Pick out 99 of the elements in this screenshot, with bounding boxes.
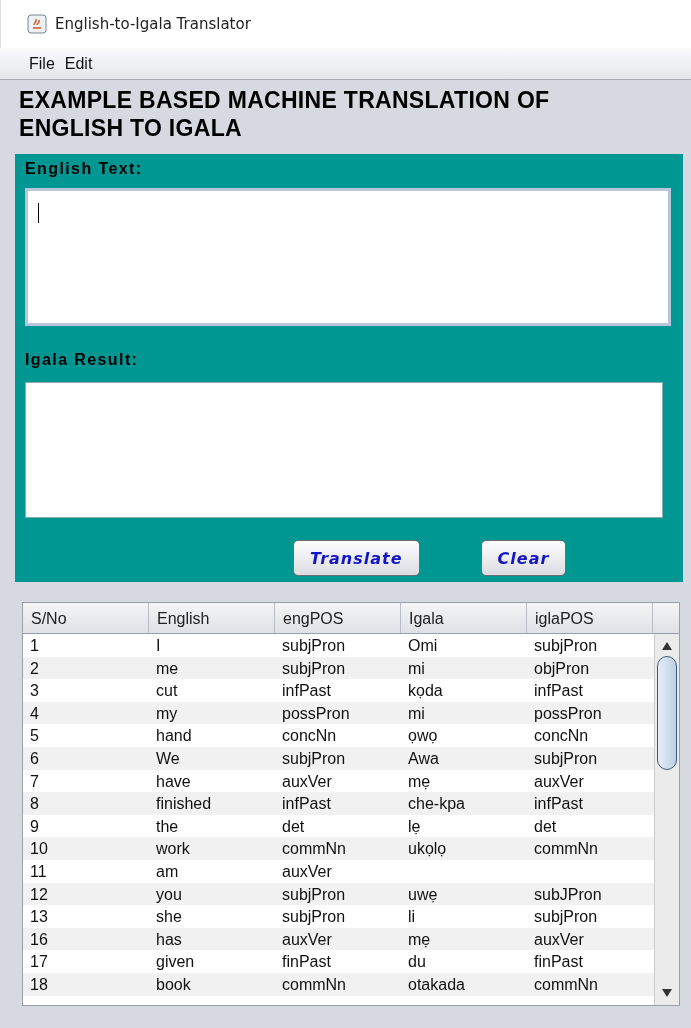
table-cell-text: concNn xyxy=(533,726,590,747)
table-cell-text: you xyxy=(155,884,183,905)
menu-item[interactable]: File xyxy=(29,54,55,73)
scroll-down-icon[interactable] xyxy=(661,987,673,999)
field-label: Igala Result: xyxy=(25,351,139,369)
table-cell-text: uwẹ xyxy=(407,884,439,905)
table-cell-text: I xyxy=(155,636,162,656)
table-cell-text: det xyxy=(533,816,558,837)
table-cell-text: 17 xyxy=(29,952,49,973)
table-cell-text: 3 xyxy=(29,681,40,702)
table-cell-text: cut xyxy=(155,681,179,702)
table-cell-text: auxVer xyxy=(281,861,333,882)
table-cell-text: me xyxy=(155,658,180,679)
table-cell-text: commNn xyxy=(281,839,347,860)
scrollbar[interactable] xyxy=(654,634,679,1005)
table-cell-text: Omi xyxy=(407,636,439,656)
table-cell-text: 2 xyxy=(29,658,40,679)
clear-button[interactable]: Clear xyxy=(480,540,567,576)
column-header[interactable]: English xyxy=(149,603,275,633)
column-header[interactable]: engPOS xyxy=(275,603,401,633)
table-cell-text: given xyxy=(155,952,196,973)
table-cell-text: she xyxy=(155,907,183,928)
table-cell-text: 16 xyxy=(29,929,49,950)
table-cell-text: Awa xyxy=(407,748,440,769)
table-cell-text: auxVer xyxy=(533,929,585,950)
table-cell-text: the xyxy=(155,816,180,837)
table-cell-text: 6 xyxy=(29,748,40,769)
table-cell-text: hand xyxy=(155,726,193,747)
app-icon xyxy=(27,14,47,34)
table-cell-text: finPast xyxy=(281,952,332,973)
table-cell-text: finished xyxy=(155,794,213,815)
table-cell-text: infPast xyxy=(281,794,332,815)
table-cell-text: kọda xyxy=(407,681,444,702)
table-cell-text: subJPron xyxy=(533,884,603,905)
igala-result-field[interactable] xyxy=(25,382,663,518)
table-cell-text: 8 xyxy=(29,794,40,815)
table-cell-text: du xyxy=(407,952,427,973)
table-cell-text: 12 xyxy=(29,884,49,905)
table-cell-text: work xyxy=(155,839,191,860)
table-cell-text: infPast xyxy=(533,681,584,702)
table-cell-text: have xyxy=(155,771,192,792)
translate-button[interactable]: Translate xyxy=(293,540,420,576)
table-cell-text: 18 xyxy=(29,974,49,995)
table-cell-text: my xyxy=(155,703,179,724)
table-cell-text: 7 xyxy=(29,771,40,792)
table-cell-text: 1 xyxy=(29,636,40,656)
table-cell-text: 10 xyxy=(29,839,49,860)
table-cell-text: auxVer xyxy=(533,771,585,792)
table-cell-text: mẹ xyxy=(407,929,432,950)
table-cell-text: mi xyxy=(407,703,426,724)
table-cell-text: 11 xyxy=(29,861,48,882)
table-cell-text: che-kpa xyxy=(407,794,466,815)
table-cell-text: objPron xyxy=(533,658,591,679)
table-cell-text: infPast xyxy=(533,794,584,815)
table-cell-text: possPron xyxy=(533,703,603,724)
english-text-field[interactable] xyxy=(25,188,671,326)
table-cell-text: li xyxy=(407,907,417,928)
table-cell-text: 5 xyxy=(29,726,40,747)
table-cell-text: subjPron xyxy=(281,907,347,928)
table-cell-text: subjPron xyxy=(533,907,599,928)
scroll-thumb[interactable] xyxy=(657,656,677,770)
scroll-up-icon[interactable] xyxy=(661,640,673,652)
table-cell-text: possPron xyxy=(281,703,351,724)
table-cell-text: subjPron xyxy=(281,636,347,656)
table-cell-text: book xyxy=(155,974,192,995)
table-cell-text: auxVer xyxy=(281,771,333,792)
table-cell-text: commNn xyxy=(281,974,347,995)
table-cell-text: subjPron xyxy=(281,748,347,769)
table-cell-text: det xyxy=(281,816,306,837)
table-cell-text: commNn xyxy=(533,839,599,860)
table-cell-text: commNn xyxy=(533,974,599,995)
table-cell-text: mẹ xyxy=(407,771,432,792)
column-header[interactable]: iglaPOS xyxy=(527,603,653,633)
table-cell-text: mi xyxy=(407,658,426,679)
table-cell-text: 9 xyxy=(29,816,40,837)
table-cell-text: has xyxy=(155,929,183,950)
table-cell-text: ọwọ xyxy=(407,726,439,747)
table-cell-text: lẹ xyxy=(407,816,422,837)
table-cell-text: We xyxy=(155,748,181,769)
table-cell-text: subjPron xyxy=(533,636,599,656)
field-label: English Text: xyxy=(25,160,143,178)
table-cell-text: 4 xyxy=(29,703,40,724)
table-cell-text: concNn xyxy=(281,726,338,747)
menu-item[interactable]: Edit xyxy=(64,54,93,73)
table-cell-text: 13 xyxy=(29,907,49,928)
table-cell-text: finPast xyxy=(533,952,584,973)
table-cell-text: otakada xyxy=(407,974,466,995)
column-header[interactable]: S/No xyxy=(23,603,149,633)
table-cell-text: subjPron xyxy=(281,884,347,905)
table-cell-text: am xyxy=(155,861,180,882)
page-heading: EXAMPLE BASED MACHINE TRANSLATION OF ENGLISH TO IGALA xyxy=(18,86,551,143)
table-cell-text: subjPron xyxy=(281,658,347,679)
table-cell-text: ukọlọ xyxy=(407,839,448,860)
table-cell-text: infPast xyxy=(281,681,332,702)
window-title: English-to-Igala Translator xyxy=(55,15,251,33)
table-cell-text: subjPron xyxy=(533,748,599,769)
column-header[interactable]: Igala xyxy=(401,603,527,633)
text-cursor xyxy=(38,203,39,223)
table-cell-text: auxVer xyxy=(281,929,333,950)
